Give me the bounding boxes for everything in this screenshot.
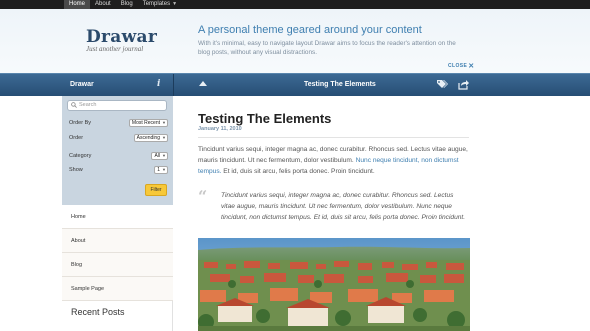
filter-button[interactable]: Filter (145, 184, 167, 196)
post-image (198, 238, 470, 331)
order-value: Ascending (136, 135, 160, 141)
nav-templates[interactable]: Templates ▼ (138, 0, 182, 9)
chevron-down-icon: ▼ (172, 1, 178, 7)
site-header: Drawar Just another journal A personal t… (0, 9, 590, 73)
site-tagline: Just another journal (86, 45, 144, 53)
sidebar-item-sample-page[interactable]: Sample Page (62, 277, 173, 301)
sidebar-item-about[interactable]: About (62, 229, 173, 253)
chevron-down-icon: ▼ (162, 135, 166, 140)
post-paragraph: Tincidunt varius sequi, integer magna ac… (198, 145, 470, 177)
chevron-down-icon: ▼ (162, 167, 166, 172)
paragraph-text-end: Et id, duis sit arcu, felis porta donec.… (221, 167, 375, 175)
category-value: All (154, 153, 160, 159)
toolbar-left: Drawar i (62, 74, 173, 96)
close-intro-button[interactable]: CLOSE✕ (448, 62, 475, 70)
site-title[interactable]: Drawar (86, 27, 157, 47)
sidebar-item-blog[interactable]: Blog (62, 253, 173, 277)
chevron-down-icon: ▼ (162, 153, 166, 158)
blockquote: Tincidunt varius sequi, integer magna ac… (221, 192, 466, 221)
order-select[interactable]: Ascending ▼ (133, 134, 168, 142)
close-icon: ✕ (468, 63, 475, 70)
search-input[interactable]: Search (67, 100, 167, 111)
order-by-value: Most Recent (131, 120, 160, 126)
intro-text: With it's minimal, easy to navigate layo… (198, 40, 456, 56)
order-label: Order (69, 135, 84, 141)
search-icon (71, 102, 77, 108)
top-nav: Home About Blog Templates ▼ (0, 0, 590, 9)
order-by-label: Order By (69, 120, 92, 126)
toolbar-divider (173, 74, 174, 96)
order-by-select[interactable]: Most Recent ▼ (128, 119, 168, 127)
nav-about[interactable]: About (90, 0, 116, 9)
filter-panel: Search Order By Most Recent ▼ Order Ascen… (62, 96, 173, 205)
arrow-up-icon[interactable] (199, 81, 207, 86)
post-date: January 11, 2010 (198, 126, 242, 132)
toolbar-post-title: Testing The Elements (304, 81, 376, 88)
category-select[interactable]: All ▼ (151, 152, 168, 160)
intro-heading: A personal theme geared around your cont… (198, 24, 422, 36)
sidebar-item-home[interactable]: Home (62, 205, 173, 229)
info-icon[interactable]: i (157, 79, 160, 89)
nav-home[interactable]: Home (64, 0, 91, 9)
chevron-down-icon: ▼ (162, 120, 166, 125)
page: Home About Blog Templates ▼ Drawar Just a… (0, 0, 590, 331)
tag-icon[interactable] (436, 79, 448, 90)
category-label: Category (69, 153, 92, 159)
show-value: 1 (157, 167, 160, 173)
quote-icon: “ (198, 187, 208, 206)
recent-posts-heading: Recent Posts (71, 307, 125, 317)
nav-templates-label: Templates (142, 1, 171, 7)
toolbar-site-title[interactable]: Drawar (70, 81, 94, 88)
share-icon[interactable] (458, 79, 469, 90)
post-title[interactable]: Testing The Elements (198, 111, 331, 126)
show-label: Show (69, 167, 83, 173)
sidebar: Search Order By Most Recent ▼ Order Ascen… (62, 96, 173, 331)
divider (198, 137, 469, 138)
close-label: CLOSE (448, 63, 468, 69)
nav-blog[interactable]: Blog (116, 0, 138, 9)
show-select[interactable]: 1 ▼ (154, 166, 168, 174)
toolbar: Drawar i Testing The Elements (0, 73, 590, 96)
